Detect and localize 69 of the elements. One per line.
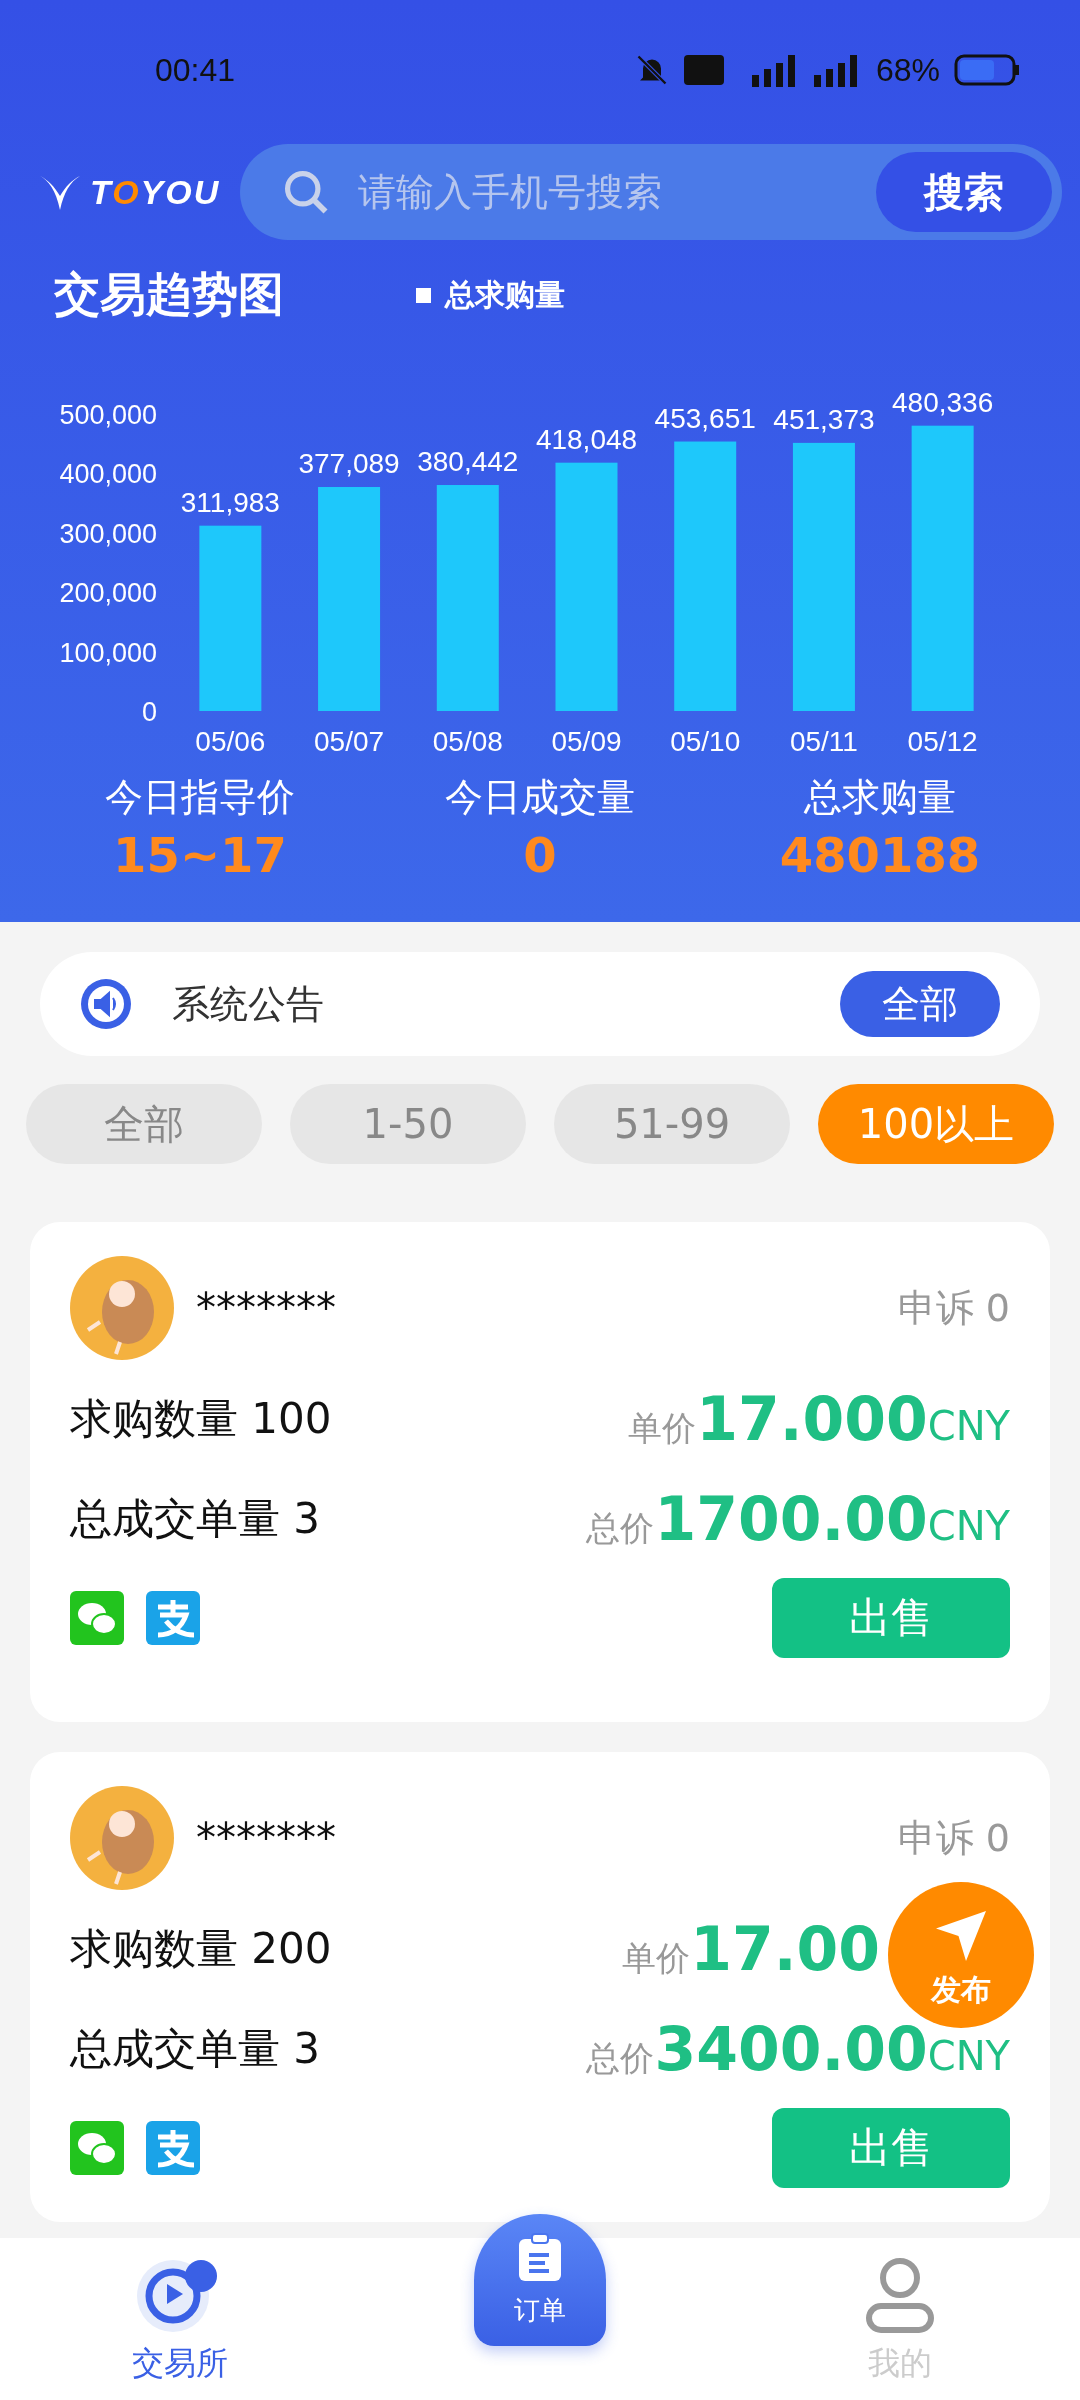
total-price: 1700.00	[654, 1484, 928, 1554]
axis-label: 100,000	[59, 637, 157, 668]
filter-tab[interactable]: 51-99	[554, 1084, 790, 1164]
nav-tab[interactable]: 订单	[474, 2214, 606, 2346]
value-label: 377,089	[298, 448, 400, 479]
quantity-text: 求购数量 200	[70, 1923, 332, 1975]
axis-label: 05/06	[195, 726, 266, 756]
wechat-icon	[70, 1591, 124, 1645]
user-name: *******	[196, 1815, 336, 1861]
axis-label: 05/10	[670, 726, 741, 756]
axis-label: 300,000	[59, 518, 157, 549]
value-label: 480,336	[892, 386, 994, 418]
value-label: 451,373	[773, 403, 875, 435]
value-label: 453,651	[654, 402, 756, 434]
axis-label: 0	[141, 697, 157, 727]
axis-label: 400,000	[59, 459, 157, 490]
currency: CNY	[927, 2033, 1010, 2079]
all-button[interactable]: 全部	[840, 971, 1000, 1037]
currency: CNY	[927, 1403, 1010, 1449]
status-time: 00:41	[155, 51, 236, 89]
stat-label: 今日指导价	[105, 774, 295, 821]
stat-value: 0	[523, 827, 557, 883]
wechat-icon	[70, 2121, 124, 2175]
sell-button[interactable]: 出售	[772, 2108, 1010, 2188]
search-button[interactable]: 搜索	[876, 152, 1052, 232]
user-name: *******	[196, 1285, 336, 1331]
clipboard-icon	[517, 2232, 563, 2283]
value-label: 380,442	[417, 446, 519, 477]
axis-label: 05/12	[907, 726, 978, 756]
filter-tab[interactable]: 100以上	[818, 1084, 1054, 1164]
search-field[interactable]: 请输入手机号搜索 搜索	[240, 144, 1062, 240]
axis-label: 05/07	[314, 726, 385, 756]
nav-tab[interactable]: 交易所	[0, 2238, 360, 2400]
logo-text: TOYOU	[90, 172, 221, 212]
unit-price: 17.00	[690, 1914, 880, 1984]
deals-text: 总成交单量 3	[70, 1493, 321, 1545]
axis-label: 05/08	[432, 726, 503, 756]
filter-tab[interactable]: 全部	[26, 1084, 262, 1164]
value-label: 311,983	[180, 486, 280, 518]
filter-tab[interactable]: 1-50	[290, 1084, 526, 1164]
axis-label: 500,000	[59, 400, 157, 430]
stat-value: 480188	[779, 827, 981, 883]
alipay-icon	[146, 2121, 200, 2175]
axis-label: 05/09	[551, 726, 622, 756]
battery-icon	[954, 54, 1020, 86]
legend-label: 总求购量	[445, 275, 565, 314]
stat-label: 总求购量	[804, 774, 956, 821]
price-label: 总价	[586, 1507, 655, 1550]
chart-title: 交易趋势图	[54, 266, 285, 323]
speaker-icon	[80, 978, 132, 1030]
currency: CNY	[927, 1503, 1010, 1549]
value-label: 418,048	[535, 423, 638, 455]
price-label: 单价	[628, 1407, 697, 1450]
legend-marker	[416, 287, 431, 303]
price-label: 单价	[622, 1937, 691, 1980]
appeal-count: 申诉 0	[897, 1284, 1010, 1332]
axis-label: 05/11	[789, 726, 858, 756]
alipay-icon	[146, 1591, 200, 1645]
axis-label: 200,000	[59, 578, 157, 609]
appeal-count: 申诉 0	[897, 1814, 1010, 1862]
sell-button[interactable]: 出售	[772, 1578, 1010, 1658]
stat-label: 今日成交量	[445, 774, 635, 821]
unit-price: 17.000	[696, 1384, 928, 1454]
notice-label: 系统公告	[172, 980, 324, 1028]
deals-text: 总成交单量 3	[70, 2023, 321, 2075]
stat-value: 15~17	[113, 827, 287, 883]
battery-percent: 68%	[875, 51, 940, 89]
quantity-text: 求购数量 100	[70, 1393, 332, 1445]
price-label: 总价	[586, 2037, 655, 2080]
